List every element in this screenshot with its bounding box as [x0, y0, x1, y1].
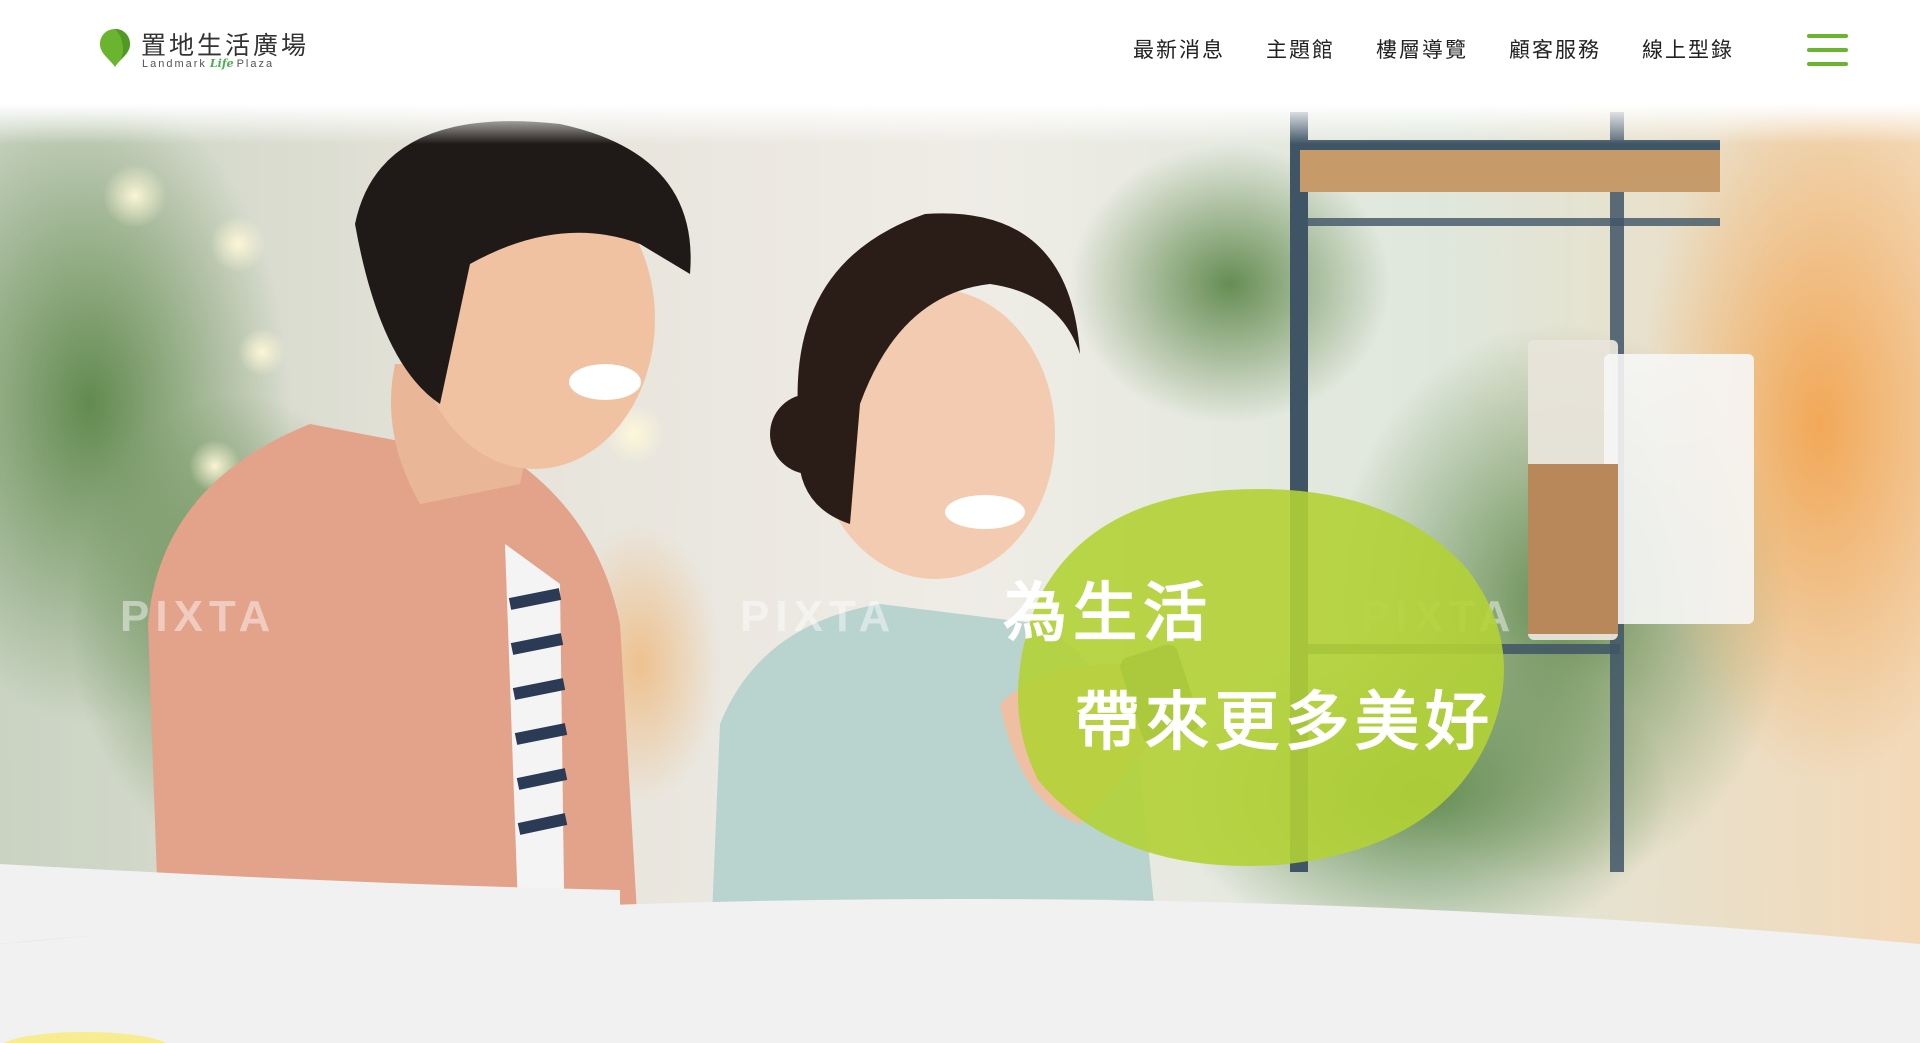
map-pin-logo-icon — [100, 29, 130, 67]
hamburger-menu-icon[interactable] — [1807, 34, 1848, 66]
hero-slogan-line-2: 帶來更多美好 — [1075, 686, 1495, 760]
logo-en-life: Life — [209, 57, 234, 70]
nav-item-online-catalog[interactable]: 線上型錄 — [1642, 34, 1734, 64]
nav-item-theme-hall[interactable]: 主題館 — [1266, 34, 1335, 64]
menu-bar — [1807, 34, 1848, 38]
pixta-watermark: PIXTA — [740, 592, 897, 641]
site-logo[interactable]: 置地生活廣場 Landmark Life Plaza — [99, 26, 319, 72]
hero-bottom-curve — [0, 864, 1920, 964]
pixta-watermark: PIXTA — [120, 592, 277, 641]
nav-item-latest-news[interactable]: 最新消息 — [1133, 34, 1225, 64]
hero-slogan-line-1: 為生活 — [1003, 577, 1213, 651]
logo-en-landmark: Landmark — [142, 58, 207, 70]
menu-bar — [1807, 48, 1848, 52]
nav-item-floor-guide[interactable]: 樓層導覽 — [1376, 34, 1468, 64]
logo-en-plaza: Plaza — [236, 58, 275, 70]
nav-item-customer-service[interactable]: 顧客服務 — [1509, 34, 1601, 64]
logo-name-en: Landmark Life Plaza — [142, 57, 274, 70]
site-header: 置地生活廣場 Landmark Life Plaza 最新消息 主題館 樓層導覽 顧… — [0, 0, 1920, 104]
menu-bar — [1807, 62, 1848, 66]
main-nav: 最新消息 主題館 樓層導覽 顧客服務 線上型錄 — [1133, 34, 1734, 64]
bottom-yellow-accent — [4, 1032, 166, 1043]
page: 置地生活廣場 Landmark Life Plaza 最新消息 主題館 樓層導覽 顧… — [0, 0, 1920, 1043]
hero-carousel: PIXTA PIXTA PIXTA — [0, 104, 1920, 964]
